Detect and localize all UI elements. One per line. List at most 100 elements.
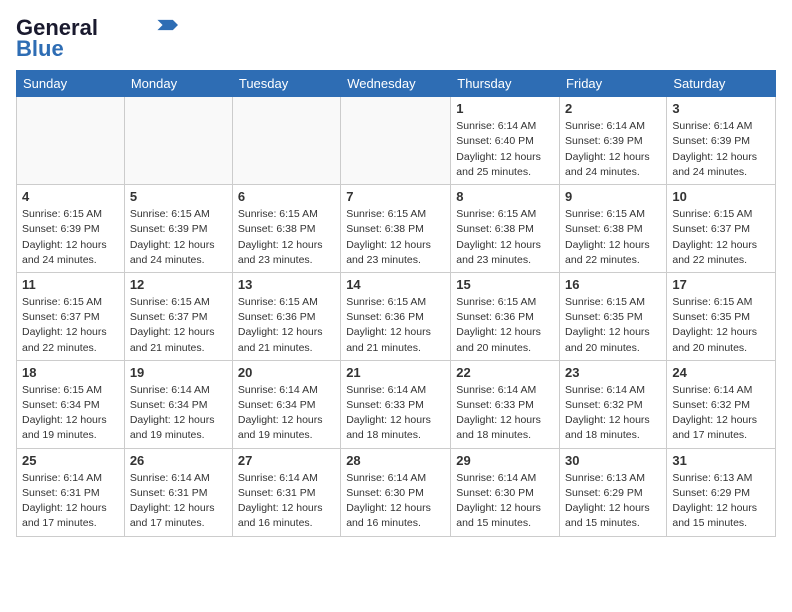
calendar-cell: 20Sunrise: 6:14 AMSunset: 6:34 PMDayligh… bbox=[232, 360, 340, 448]
calendar-cell: 9Sunrise: 6:15 AMSunset: 6:38 PMDaylight… bbox=[560, 185, 667, 273]
calendar-cell: 12 Sunrise: 6:15 AMSunset: 6:37 PMDayligh… bbox=[124, 272, 232, 360]
day-number: 4 bbox=[22, 189, 119, 204]
calendar-cell: 11 Sunrise: 6:15 AMSunset: 6:37 PMDayligh… bbox=[17, 272, 125, 360]
day-info: Sunrise: 6:14 AMSunset: 6:32 PMDaylight:… bbox=[672, 383, 770, 444]
day-info: Sunrise: 6:14 AMSunset: 6:31 PMDaylight:… bbox=[22, 471, 119, 532]
day-number: 11 bbox=[22, 277, 119, 292]
calendar-cell bbox=[232, 97, 340, 185]
day-info: Sunrise: 6:14 AMSunset: 6:39 PMDaylight:… bbox=[672, 119, 770, 180]
day-number: 19 bbox=[130, 365, 227, 380]
calendar-header-row: SundayMondayTuesdayWednesdayThursdayFrid… bbox=[17, 71, 776, 97]
day-number: 17 bbox=[672, 277, 770, 292]
day-info: Sunrise: 6:15 AMSunset: 6:36 PMDaylight:… bbox=[238, 295, 335, 356]
calendar-cell: 18 Sunrise: 6:15 AMSunset: 6:34 PMDayligh… bbox=[17, 360, 125, 448]
calendar-cell bbox=[341, 97, 451, 185]
day-info: Sunrise: 6:15 AMSunset: 6:36 PMDaylight:… bbox=[456, 295, 554, 356]
day-info: Sunrise: 6:13 AMSunset: 6:29 PMDaylight:… bbox=[672, 471, 770, 532]
day-info: Sunrise: 6:15 AMSunset: 6:35 PMDaylight:… bbox=[565, 295, 661, 356]
day-info: Sunrise: 6:14 AMSunset: 6:31 PMDaylight:… bbox=[238, 471, 335, 532]
day-number: 22 bbox=[456, 365, 554, 380]
header: General Blue bbox=[16, 16, 776, 62]
day-info: Sunrise: 6:15 AMSunset: 6:34 PMDaylight:… bbox=[22, 383, 119, 444]
calendar-cell: 3Sunrise: 6:14 AMSunset: 6:39 PMDaylight… bbox=[667, 97, 776, 185]
day-number: 28 bbox=[346, 453, 445, 468]
day-number: 27 bbox=[238, 453, 335, 468]
logo-blue-text: Blue bbox=[16, 36, 64, 62]
logo-icon bbox=[154, 18, 178, 32]
calendar-cell: 25 Sunrise: 6:14 AMSunset: 6:31 PMDayligh… bbox=[17, 448, 125, 536]
calendar-header-friday: Friday bbox=[560, 71, 667, 97]
calendar-header-monday: Monday bbox=[124, 71, 232, 97]
calendar-cell: 1Sunrise: 6:14 AMSunset: 6:40 PMDaylight… bbox=[451, 97, 560, 185]
day-number: 21 bbox=[346, 365, 445, 380]
calendar-week-row: 11 Sunrise: 6:15 AMSunset: 6:37 PMDayligh… bbox=[17, 272, 776, 360]
day-number: 18 bbox=[22, 365, 119, 380]
day-number: 25 bbox=[22, 453, 119, 468]
calendar-cell: 5 Sunrise: 6:15 AMSunset: 6:39 PMDaylight… bbox=[124, 185, 232, 273]
day-info: Sunrise: 6:14 AMSunset: 6:33 PMDaylight:… bbox=[346, 383, 445, 444]
calendar-header-saturday: Saturday bbox=[667, 71, 776, 97]
calendar-header-thursday: Thursday bbox=[451, 71, 560, 97]
calendar-week-row: 18 Sunrise: 6:15 AMSunset: 6:34 PMDayligh… bbox=[17, 360, 776, 448]
day-number: 24 bbox=[672, 365, 770, 380]
day-number: 2 bbox=[565, 101, 661, 116]
calendar-cell: 10 Sunrise: 6:15 AMSunset: 6:37 PMDayligh… bbox=[667, 185, 776, 273]
day-number: 30 bbox=[565, 453, 661, 468]
calendar-cell: 30Sunrise: 6:13 AMSunset: 6:29 PMDayligh… bbox=[560, 448, 667, 536]
calendar-cell: 13 Sunrise: 6:15 AMSunset: 6:36 PMDayligh… bbox=[232, 272, 340, 360]
day-info: Sunrise: 6:14 AMSunset: 6:31 PMDaylight:… bbox=[130, 471, 227, 532]
day-number: 7 bbox=[346, 189, 445, 204]
calendar-week-row: 4 Sunrise: 6:15 AMSunset: 6:39 PMDaylight… bbox=[17, 185, 776, 273]
day-number: 8 bbox=[456, 189, 554, 204]
day-info: Sunrise: 6:15 AMSunset: 6:38 PMDaylight:… bbox=[456, 207, 554, 268]
day-number: 12 bbox=[130, 277, 227, 292]
calendar-cell: 31 Sunrise: 6:13 AMSunset: 6:29 PMDayligh… bbox=[667, 448, 776, 536]
day-info: Sunrise: 6:14 AMSunset: 6:34 PMDaylight:… bbox=[130, 383, 227, 444]
day-info: Sunrise: 6:14 AMSunset: 6:34 PMDaylight:… bbox=[238, 383, 335, 444]
calendar-header-sunday: Sunday bbox=[17, 71, 125, 97]
day-number: 6 bbox=[238, 189, 335, 204]
day-info: Sunrise: 6:14 AMSunset: 6:32 PMDaylight:… bbox=[565, 383, 661, 444]
day-number: 10 bbox=[672, 189, 770, 204]
day-info: Sunrise: 6:14 AMSunset: 6:33 PMDaylight:… bbox=[456, 383, 554, 444]
calendar-cell: 26 Sunrise: 6:14 AMSunset: 6:31 PMDayligh… bbox=[124, 448, 232, 536]
day-number: 29 bbox=[456, 453, 554, 468]
day-number: 13 bbox=[238, 277, 335, 292]
day-number: 15 bbox=[456, 277, 554, 292]
day-info: Sunrise: 6:14 AMSunset: 6:30 PMDaylight:… bbox=[456, 471, 554, 532]
day-number: 31 bbox=[672, 453, 770, 468]
day-number: 5 bbox=[130, 189, 227, 204]
calendar-cell bbox=[124, 97, 232, 185]
calendar-cell: 23 Sunrise: 6:14 AMSunset: 6:32 PMDayligh… bbox=[560, 360, 667, 448]
day-info: Sunrise: 6:15 AMSunset: 6:37 PMDaylight:… bbox=[22, 295, 119, 356]
day-info: Sunrise: 6:15 AMSunset: 6:39 PMDaylight:… bbox=[130, 207, 227, 268]
day-info: Sunrise: 6:15 AMSunset: 6:36 PMDaylight:… bbox=[346, 295, 445, 356]
day-number: 23 bbox=[565, 365, 661, 380]
calendar-cell bbox=[17, 97, 125, 185]
day-info: Sunrise: 6:14 AMSunset: 6:30 PMDaylight:… bbox=[346, 471, 445, 532]
day-info: Sunrise: 6:15 AMSunset: 6:37 PMDaylight:… bbox=[672, 207, 770, 268]
day-number: 1 bbox=[456, 101, 554, 116]
logo: General Blue bbox=[16, 16, 178, 62]
day-number: 26 bbox=[130, 453, 227, 468]
day-info: Sunrise: 6:15 AMSunset: 6:38 PMDaylight:… bbox=[346, 207, 445, 268]
day-info: Sunrise: 6:15 AMSunset: 6:35 PMDaylight:… bbox=[672, 295, 770, 356]
calendar-header-wednesday: Wednesday bbox=[341, 71, 451, 97]
calendar-cell: 8 Sunrise: 6:15 AMSunset: 6:38 PMDaylight… bbox=[451, 185, 560, 273]
day-number: 14 bbox=[346, 277, 445, 292]
day-info: Sunrise: 6:15 AMSunset: 6:39 PMDaylight:… bbox=[22, 207, 119, 268]
day-info: Sunrise: 6:15 AMSunset: 6:38 PMDaylight:… bbox=[565, 207, 661, 268]
calendar-cell: 6 Sunrise: 6:15 AMSunset: 6:38 PMDaylight… bbox=[232, 185, 340, 273]
calendar-cell: 22 Sunrise: 6:14 AMSunset: 6:33 PMDayligh… bbox=[451, 360, 560, 448]
calendar-week-row: 1Sunrise: 6:14 AMSunset: 6:40 PMDaylight… bbox=[17, 97, 776, 185]
calendar-cell: 17 Sunrise: 6:15 AMSunset: 6:35 PMDayligh… bbox=[667, 272, 776, 360]
day-number: 16 bbox=[565, 277, 661, 292]
calendar-cell: 24 Sunrise: 6:14 AMSunset: 6:32 PMDayligh… bbox=[667, 360, 776, 448]
calendar-cell: 7 Sunrise: 6:15 AMSunset: 6:38 PMDaylight… bbox=[341, 185, 451, 273]
day-info: Sunrise: 6:14 AMSunset: 6:39 PMDaylight:… bbox=[565, 119, 661, 180]
calendar-cell: 28 Sunrise: 6:14 AMSunset: 6:30 PMDayligh… bbox=[341, 448, 451, 536]
calendar-cell: 21 Sunrise: 6:14 AMSunset: 6:33 PMDayligh… bbox=[341, 360, 451, 448]
calendar-cell: 16 Sunrise: 6:15 AMSunset: 6:35 PMDayligh… bbox=[560, 272, 667, 360]
day-info: Sunrise: 6:15 AMSunset: 6:37 PMDaylight:… bbox=[130, 295, 227, 356]
day-info: Sunrise: 6:15 AMSunset: 6:38 PMDaylight:… bbox=[238, 207, 335, 268]
